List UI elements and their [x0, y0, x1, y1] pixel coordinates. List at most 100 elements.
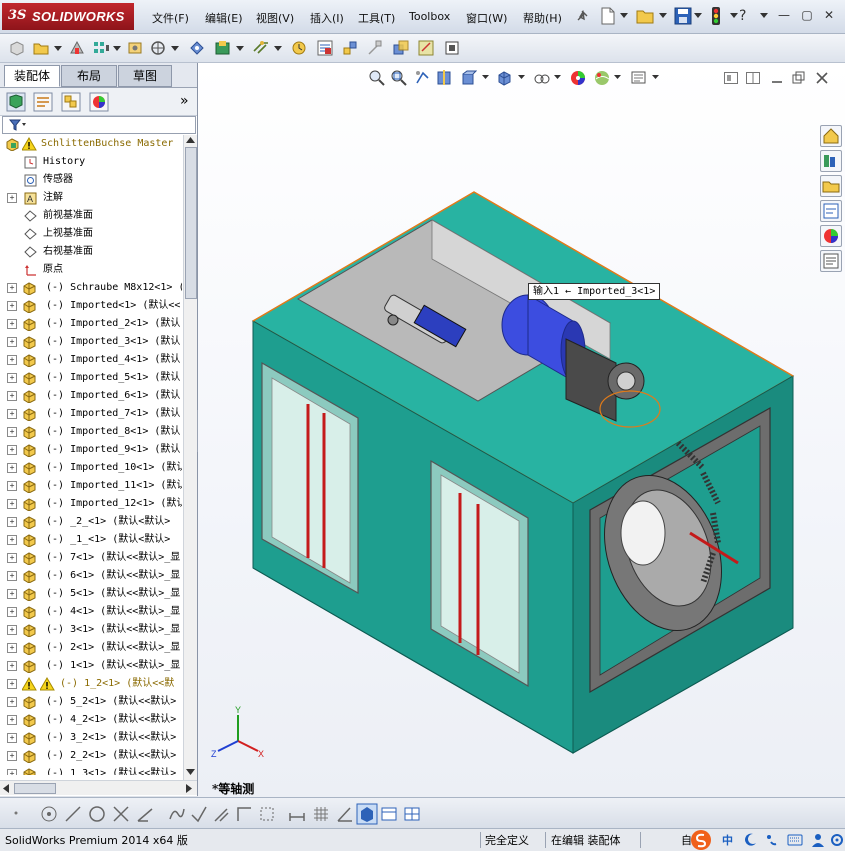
scrollbar-thumb[interactable]: [185, 147, 197, 299]
chevron-down-icon[interactable]: [659, 13, 667, 19]
tree-item[interactable]: + (-) Imported_11<1> (默认: [0, 477, 182, 495]
explode-line-sketch-icon[interactable]: [366, 39, 384, 57]
sogou-ime-icon[interactable]: [690, 829, 712, 851]
tree-item[interactable]: + (-) 7<1> (默认<<默认>_显: [0, 549, 182, 567]
expand-toggle-icon[interactable]: +: [7, 679, 17, 689]
close-button[interactable]: ✕: [821, 8, 837, 22]
new-document-icon[interactable]: [600, 7, 616, 25]
tree-item[interactable]: + (-) 5<1> (默认<<默认>_显: [0, 585, 182, 603]
expand-toggle-icon[interactable]: +: [7, 751, 17, 761]
expand-toggle-icon[interactable]: +: [7, 571, 17, 581]
save-icon[interactable]: [674, 7, 692, 25]
tree-item[interactable]: + (-) 6<1> (默认<<默认>_显: [0, 567, 182, 585]
traffic-light-icon[interactable]: [710, 6, 722, 26]
chevron-down-icon[interactable]: [236, 46, 244, 52]
chevron-down-icon[interactable]: [274, 46, 282, 52]
expand-toggle-icon[interactable]: +: [7, 427, 17, 437]
menu-file[interactable]: 文件(F): [152, 10, 189, 26]
slot-icon[interactable]: [258, 805, 276, 823]
design-library-tab[interactable]: [820, 150, 842, 172]
chevron-down-icon[interactable]: [730, 13, 738, 19]
expand-toggle-icon[interactable]: +: [7, 391, 17, 401]
file-explorer-tab[interactable]: [820, 175, 842, 197]
expand-toggle-icon[interactable]: +: [7, 517, 17, 527]
tree-item[interactable]: + (-) Imported_12<1> (默认: [0, 495, 182, 513]
pin-icon[interactable]: [574, 8, 590, 24]
angle-icon[interactable]: [336, 805, 354, 823]
expand-toggle-icon[interactable]: +: [7, 607, 17, 617]
tree-item[interactable]: History: [0, 153, 182, 171]
menu-insert[interactable]: 插入(I): [310, 10, 344, 26]
shaded-display-icon[interactable]: [356, 803, 378, 825]
expand-panels-chevron[interactable]: »: [180, 93, 189, 109]
tree-item[interactable]: 传感器: [0, 171, 182, 189]
propertymanager-icon[interactable]: [33, 92, 53, 112]
solidworks-resources-tab[interactable]: [820, 125, 842, 147]
tree-item[interactable]: 右视基准面: [0, 243, 182, 261]
punctuation-icon[interactable]: [765, 833, 779, 847]
reference-geometry-icon[interactable]: [252, 39, 270, 57]
corner-rectangle-icon[interactable]: [235, 805, 253, 823]
expand-toggle-icon[interactable]: +: [7, 193, 17, 203]
tab-sketch[interactable]: 草图: [118, 65, 172, 87]
chevron-down-icon[interactable]: [694, 13, 702, 19]
expand-toggle-icon[interactable]: +: [7, 463, 17, 473]
mate-icon[interactable]: [68, 39, 86, 57]
tree-item[interactable]: + (-) 5_2<1> (默认<<默认>: [0, 693, 182, 711]
expand-toggle-icon[interactable]: +: [7, 715, 17, 725]
menu-view[interactable]: 视图(V): [256, 10, 294, 26]
expand-toggle-icon[interactable]: +: [7, 499, 17, 509]
grid-icon[interactable]: [312, 805, 330, 823]
tree-item[interactable]: + (-) Imported_6<1> (默认: [0, 387, 182, 405]
tree-item[interactable]: + A 注解: [0, 189, 182, 207]
menu-tools[interactable]: 工具(T): [358, 10, 395, 26]
tree-item[interactable]: 前视基准面: [0, 207, 182, 225]
expand-toggle-icon[interactable]: +: [7, 409, 17, 419]
hscroll-thumb[interactable]: [14, 783, 56, 794]
menu-edit[interactable]: 编辑(E): [205, 10, 243, 26]
tree-item[interactable]: + (-) Imported_4<1> (默认: [0, 351, 182, 369]
expand-toggle-icon[interactable]: +: [7, 697, 17, 707]
appearances-tab[interactable]: [820, 225, 842, 247]
tree-item[interactable]: + (-) Imported_8<1> (默认: [0, 423, 182, 441]
tree-horizontal-scrollbar[interactable]: [0, 780, 197, 795]
expand-toggle-icon[interactable]: +: [7, 535, 17, 545]
restore-button[interactable]: ▢: [799, 8, 815, 22]
tree-item[interactable]: + (-) Imported_9<1> (默认: [0, 441, 182, 459]
interference-detection-icon[interactable]: [392, 39, 410, 57]
moon-icon[interactable]: [743, 833, 757, 847]
expand-toggle-icon[interactable]: +: [7, 319, 17, 329]
tree-filter-box[interactable]: [2, 116, 196, 134]
menu-toolbox[interactable]: Toolbox: [409, 10, 450, 23]
tab-assembly[interactable]: 装配体: [4, 65, 60, 87]
chevron-down-icon[interactable]: [171, 46, 179, 52]
clearance-verification-icon[interactable]: [417, 39, 435, 57]
chevron-down-icon[interactable]: [760, 13, 768, 19]
trim-icon[interactable]: [112, 805, 130, 823]
new-motion-study-icon[interactable]: [290, 39, 308, 57]
configurationmanager-icon[interactable]: [61, 92, 81, 112]
scroll-down-arrow-icon[interactable]: [186, 769, 195, 776]
tree-item[interactable]: + (-) 1_2<1> (默认<<默: [0, 675, 182, 693]
wireframe-display-icon[interactable]: [380, 805, 398, 823]
tree-item[interactable]: + (-) Imported_7<1> (默认: [0, 405, 182, 423]
ime-language-label[interactable]: 中: [722, 832, 733, 848]
chevron-down-icon[interactable]: [113, 46, 121, 52]
smart-fasteners-icon[interactable]: [127, 39, 145, 57]
bill-of-materials-icon[interactable]: [316, 39, 334, 57]
tree-item[interactable]: + (-) 2<1> (默认<<默认>_显: [0, 639, 182, 657]
menu-help[interactable]: 帮助(H): [523, 10, 562, 26]
tree-item[interactable]: + (-) Imported_10<1> (默认: [0, 459, 182, 477]
expand-toggle-icon[interactable]: +: [7, 589, 17, 599]
user-icon[interactable]: [810, 832, 826, 848]
expand-toggle-icon[interactable]: +: [7, 337, 17, 347]
circle-icon[interactable]: [88, 805, 106, 823]
settings-icon[interactable]: [830, 832, 844, 848]
graphics-area[interactable]: Y X Z: [198, 63, 845, 798]
tree-item[interactable]: + (-) 1<1> (默认<<默认>_显: [0, 657, 182, 675]
instant3d-icon[interactable]: [443, 39, 461, 57]
chevron-down-icon[interactable]: [620, 13, 628, 19]
tree-root[interactable]: SchlittenBuchse Master: [0, 135, 182, 153]
tab-layout[interactable]: 布局: [61, 65, 117, 87]
menu-window[interactable]: 窗口(W): [466, 10, 507, 26]
